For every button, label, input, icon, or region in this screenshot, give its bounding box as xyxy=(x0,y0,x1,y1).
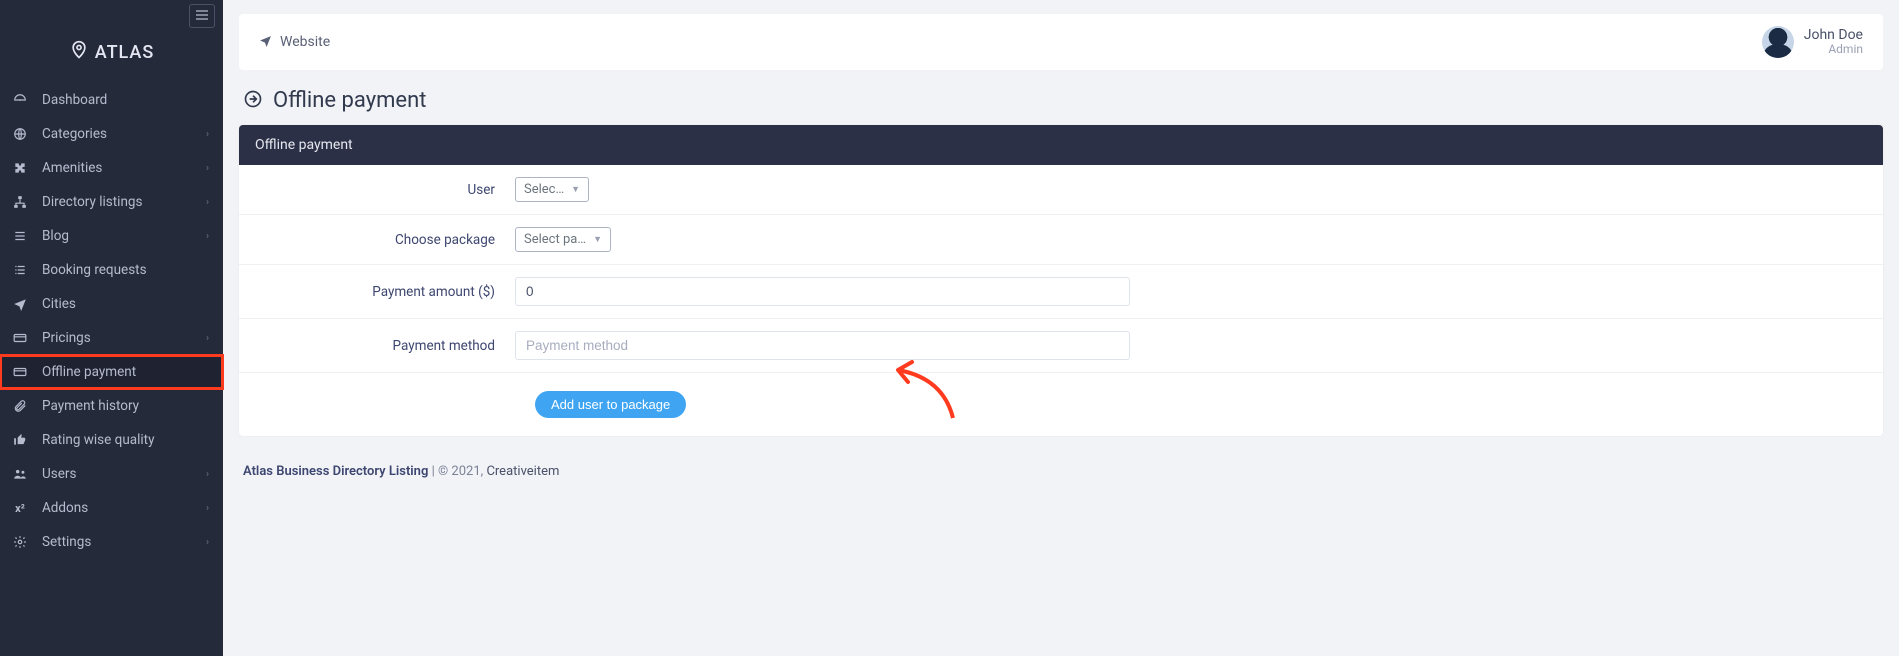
add-user-to-package-button[interactable]: Add user to package xyxy=(535,391,686,418)
sidebar-item-label: Rating wise quality xyxy=(42,432,154,448)
sidebar-item-booking-requests[interactable]: Booking requests xyxy=(0,253,223,287)
plane-icon xyxy=(12,296,28,312)
sidebar-item-addons[interactable]: x² Addons › xyxy=(0,491,223,525)
sidebar-item-pricings[interactable]: Pricings › xyxy=(0,321,223,355)
location-pin-icon xyxy=(69,40,89,65)
card: Offline payment User Select u… ▼ Choose … xyxy=(239,125,1883,436)
package-select-value: Select packa… xyxy=(524,232,587,247)
card-header: Offline payment xyxy=(239,125,1883,165)
website-link[interactable]: Website xyxy=(259,34,330,51)
chevron-right-icon: › xyxy=(206,163,209,174)
paperclip-icon xyxy=(12,398,28,414)
sidebar-item-blog[interactable]: Blog › xyxy=(0,219,223,253)
sidebar-item-label: Cities xyxy=(42,296,76,312)
sidebar-item-rating-wise-quality[interactable]: Rating wise quality xyxy=(0,423,223,457)
footer-credit[interactable]: Creativeitem xyxy=(486,464,559,479)
avatar xyxy=(1762,26,1794,58)
x2-icon: x² xyxy=(12,500,28,516)
sidebar-toggle-button[interactable] xyxy=(189,4,215,28)
plane-icon xyxy=(259,34,272,51)
card-icon xyxy=(12,330,28,346)
sidebar-item-label: Directory listings xyxy=(42,194,142,210)
label-method: Payment method xyxy=(255,338,515,354)
sitemap-icon xyxy=(12,194,28,210)
page-title-row: Offline payment xyxy=(239,70,1883,125)
sidebar-item-label: Payment history xyxy=(42,398,139,414)
users-icon xyxy=(12,466,28,482)
footer-brand[interactable]: Atlas Business Directory Listing xyxy=(243,464,428,479)
label-amount: Payment amount ($) xyxy=(255,284,515,300)
sidebar-item-label: Booking requests xyxy=(42,262,147,278)
circle-arrow-icon xyxy=(243,89,263,113)
user-role: Admin xyxy=(1804,43,1863,56)
list-icon xyxy=(12,228,28,244)
user-select-value: Select u… xyxy=(524,182,565,197)
topbar: Website John Doe Admin xyxy=(239,14,1883,70)
brand-name: ATLAS xyxy=(95,42,155,63)
main-content: Website John Doe Admin Offline payment O… xyxy=(223,0,1899,656)
sidebar-item-label: Categories xyxy=(42,126,107,142)
sidebar-item-payment-history[interactable]: Payment history xyxy=(0,389,223,423)
sidebar-item-settings[interactable]: Settings › xyxy=(0,525,223,559)
gauge-icon xyxy=(12,92,28,108)
sidebar-item-offline-payment[interactable]: Offline payment xyxy=(0,355,223,389)
thumb-icon xyxy=(12,432,28,448)
caret-down-icon: ▼ xyxy=(571,184,580,195)
cogs-icon xyxy=(12,534,28,550)
chevron-right-icon: › xyxy=(206,537,209,548)
sidebar-item-label: Users xyxy=(42,466,76,482)
amount-input[interactable] xyxy=(515,277,1130,306)
website-label: Website xyxy=(280,34,330,50)
nav-list: Dashboard Categories › Amenities › Direc… xyxy=(0,83,223,559)
sidebar-item-label: Blog xyxy=(42,228,69,244)
sidebar-item-dashboard[interactable]: Dashboard xyxy=(0,83,223,117)
sidebar-item-categories[interactable]: Categories › xyxy=(0,117,223,151)
sidebar-item-label: Pricings xyxy=(42,330,91,346)
method-input[interactable] xyxy=(515,331,1130,360)
footer: Atlas Business Directory Listing | © 202… xyxy=(239,436,1883,491)
page-title: Offline payment xyxy=(273,88,426,113)
sidebar-item-label: Settings xyxy=(42,534,91,550)
sidebar-item-users[interactable]: Users › xyxy=(0,457,223,491)
chevron-right-icon: › xyxy=(206,469,209,480)
chevron-right-icon: › xyxy=(206,503,209,514)
user-menu[interactable]: John Doe Admin xyxy=(1762,26,1863,58)
sidebar-item-label: Dashboard xyxy=(42,92,107,108)
sidebar-item-label: Addons xyxy=(42,500,88,516)
sidebar: ATLAS Dashboard Categories › Amenities ›… xyxy=(0,0,223,656)
label-package: Choose package xyxy=(255,232,515,248)
user-select[interactable]: Select u… ▼ xyxy=(515,177,589,202)
user-name: John Doe xyxy=(1804,28,1863,43)
sidebar-item-label: Amenities xyxy=(42,160,102,176)
sidebar-item-directory-listings[interactable]: Directory listings › xyxy=(0,185,223,219)
chevron-right-icon: › xyxy=(206,129,209,140)
hamburger-icon xyxy=(196,8,208,24)
tasks-icon xyxy=(12,262,28,278)
sidebar-item-amenities[interactable]: Amenities › xyxy=(0,151,223,185)
footer-mid: | © 2021, xyxy=(428,464,486,479)
chevron-right-icon: › xyxy=(206,197,209,208)
globe-icon xyxy=(12,126,28,142)
chevron-right-icon: › xyxy=(206,333,209,344)
sidebar-item-label: Offline payment xyxy=(42,364,136,380)
card-icon xyxy=(12,364,28,380)
brand[interactable]: ATLAS xyxy=(0,32,223,83)
package-select[interactable]: Select packa… ▼ xyxy=(515,227,611,252)
caret-down-icon: ▼ xyxy=(593,234,602,245)
label-user: User xyxy=(255,182,515,198)
chevron-right-icon: › xyxy=(206,231,209,242)
sidebar-item-cities[interactable]: Cities xyxy=(0,287,223,321)
puzzle-icon xyxy=(12,160,28,176)
